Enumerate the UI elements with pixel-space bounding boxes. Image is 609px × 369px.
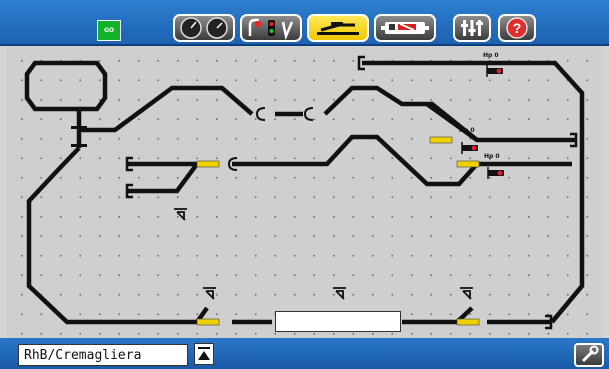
go-button[interactable]: GO (97, 20, 121, 41)
layout-button[interactable] (307, 14, 369, 42)
gauges-icon (180, 17, 228, 39)
locomotive-button[interactable] (374, 14, 436, 42)
controls-button[interactable] (453, 14, 491, 42)
speedometer-button[interactable] (173, 14, 235, 42)
track-layout-canvas[interactable]: Hp 0 Hp 0 Hp 0 (7, 46, 603, 338)
toolbar: GO ? (0, 0, 609, 46)
signal-label: Hp 0 (459, 127, 475, 134)
layout-up-button[interactable] (194, 343, 214, 365)
track-icon (317, 22, 359, 35)
arrow-up-icon (198, 347, 210, 360)
footer-bar: RhB/Cremagliera (0, 338, 609, 369)
svg-text:?: ? (513, 20, 522, 36)
loco-icon (381, 22, 429, 34)
settings-button[interactable] (574, 343, 604, 367)
train-info-field[interactable] (275, 311, 401, 332)
signal-label: Hp 0 (483, 52, 499, 59)
help-button[interactable]: ? (498, 14, 536, 42)
question-icon: ? (506, 17, 528, 39)
layout-name-field[interactable]: RhB/Cremagliera (18, 344, 188, 366)
signal-label: Hp 0 (484, 153, 500, 160)
track-diagram (24, 55, 585, 330)
signal-icon (248, 18, 294, 40)
sliders-icon (461, 20, 483, 36)
signals-button[interactable] (240, 14, 302, 42)
wrench-icon (581, 345, 599, 363)
